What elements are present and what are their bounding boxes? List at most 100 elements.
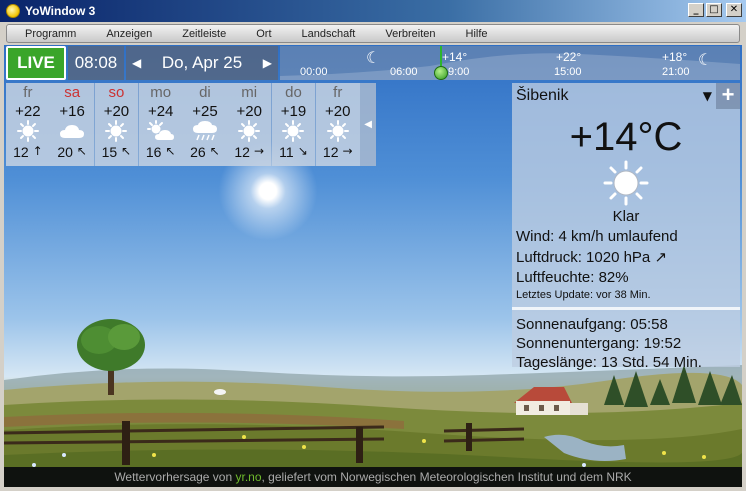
forecast-day[interactable]: mo +24 16 ↖ [138, 83, 183, 166]
forecast-wind: 11 ↘ [272, 144, 316, 160]
menu-bar: Programm Anzeigen Zeitleiste Ort Landsch… [6, 24, 740, 43]
moon-cloud-icon: ☾ [698, 50, 713, 69]
minimize-button[interactable]: _ [688, 3, 704, 17]
footer-prefix: Wettervorhersage von [114, 470, 236, 484]
menu-zeitleiste[interactable]: Zeitleiste [164, 28, 238, 40]
add-location-button[interactable]: + [716, 83, 740, 109]
pressure-trend-icon: ↗ [654, 248, 668, 266]
forecast-temp: +20 [325, 103, 351, 120]
forecast-day[interactable]: fr +22 12 ↑ [6, 83, 50, 166]
date-label: Do, Apr 25 [161, 53, 243, 72]
sun-icon [6, 120, 50, 142]
humidity-label: Luftfeuchte: [516, 269, 595, 286]
last-update-row: Letztes Update: vor 38 Min. [512, 289, 740, 301]
next-day-arrow-icon[interactable]: ▶ [263, 56, 272, 70]
wind-direction-icon: ↖ [165, 144, 176, 158]
forecast-day[interactable]: so +20 15 ↖ [94, 83, 139, 166]
menu-hilfe[interactable]: Hilfe [448, 28, 500, 40]
forecast-day[interactable]: mi +20 12 → [227, 83, 272, 166]
wind-direction-icon: ↖ [209, 144, 220, 158]
menu-ort[interactable]: Ort [238, 28, 283, 40]
forecast-day-name: fr [23, 84, 33, 101]
condition-label: Klar [612, 208, 640, 225]
forecast-day-name: so [108, 84, 125, 101]
forecast-wind: 12 ↑ [6, 144, 50, 160]
forecast-wind-speed: 12 [234, 144, 250, 160]
pressure-label: Luftdruck: [516, 249, 582, 266]
wind-direction-icon: ↖ [76, 144, 87, 158]
forecast-day[interactable]: fr +20 12 → [315, 83, 360, 166]
forecast-wind-speed: 12 [322, 144, 339, 160]
sun-icon [316, 120, 360, 142]
menu-landschaft[interactable]: Landschaft [284, 28, 368, 40]
forecast-day-name: di [199, 84, 211, 101]
forecast-day-name: do [285, 84, 302, 101]
live-button[interactable]: LIVE [6, 46, 66, 80]
wind-row: Wind: 4 km/h umlaufend [512, 228, 740, 245]
partly-cloudy-icon [139, 120, 183, 142]
forecast-day[interactable]: sa +16 20 ↖ [50, 83, 95, 166]
forecast-wind: 15 ↖ [95, 144, 139, 160]
forecast-temp: +20 [103, 103, 130, 120]
timeline[interactable]: ☾ ☾ +14° +22° +18° 00:00 06:00 9:00 15:0… [280, 46, 740, 80]
humidity-value: 82% [598, 269, 629, 286]
forecast-wind-speed: 11 [279, 144, 294, 160]
current-temperature: +14°C [569, 115, 683, 159]
forecast-temp: +25 [192, 103, 218, 120]
sun-icon [272, 120, 316, 142]
daylength-label: Tageslänge: [516, 354, 597, 371]
forecast-wind: 12 → [316, 144, 360, 160]
menu-verbreiten[interactable]: Verbreiten [367, 28, 447, 40]
forecast-day[interactable]: di +25 26 ↖ [183, 83, 227, 166]
forecast-wind-speed: 12 [13, 144, 29, 160]
timeline-time: 15:00 [554, 66, 582, 78]
timeline-temp-afternoon: +22° [556, 50, 582, 64]
location-name: Šibenik [516, 87, 569, 104]
forecast-day-name: mo [150, 84, 172, 101]
menu-anzeigen[interactable]: Anzeigen [88, 28, 164, 40]
pressure-value: 1020 hPa [586, 249, 651, 266]
rain-icon [183, 120, 227, 142]
timeline-temp-evening: +18° [662, 50, 688, 64]
cloud-icon [50, 120, 94, 142]
title-bar[interactable]: YoWindow 3 _ □ ✕ [0, 0, 746, 22]
wind-direction-icon: → [342, 144, 353, 158]
forecast-temp: +24 [147, 103, 174, 120]
collapse-forecast-arrow-icon[interactable]: ◀ [360, 83, 377, 166]
forecast-wind: 26 ↖ [183, 144, 227, 160]
top-bar: LIVE 08:08 ◀ Do, Apr 25 ▶ ☾ ☾ +14° +22° … [6, 46, 740, 80]
close-button[interactable]: ✕ [726, 3, 742, 17]
forecast-wind: 20 ↖ [50, 144, 94, 160]
forecast-wind: 16 ↖ [139, 144, 183, 160]
update-value: vor 38 Min. [596, 289, 651, 301]
prev-day-arrow-icon[interactable]: ◀ [132, 56, 141, 70]
timeline-knob[interactable] [434, 66, 448, 80]
daylength-value: 13 Std. 54 Min. [601, 354, 702, 371]
footer-suffix: , geliefert vom Norwegischen Meteorologi… [261, 470, 632, 484]
forecast-day[interactable]: do +19 11 ↘ [271, 83, 316, 166]
update-label: Letztes Update: [516, 289, 594, 301]
panel-divider [512, 307, 740, 310]
wind-direction-icon: ↑ [32, 144, 43, 158]
forecast-wind-speed: 16 [145, 144, 162, 160]
sunrise-row: Sonnenaufgang: 05:58 [512, 316, 740, 333]
forecast-wind-speed: 15 [101, 144, 118, 160]
wind-direction-icon: → [253, 144, 265, 158]
moon-icon: ☾ [366, 48, 381, 67]
daylength-row: Tageslänge: 13 Std. 54 Min. [512, 354, 740, 371]
wind-label: Wind: [516, 228, 555, 245]
forecast-wind-speed: 26 [190, 144, 206, 160]
current-time: 08:08 [68, 46, 124, 80]
date-selector: ◀ Do, Apr 25 ▶ [126, 46, 278, 80]
timeline-time: 21:00 [662, 66, 690, 78]
maximize-button[interactable]: □ [706, 3, 722, 17]
menu-programm[interactable]: Programm [7, 28, 88, 40]
location-selector[interactable]: Šibenik ▼ + [512, 83, 740, 109]
sun-icon [512, 160, 740, 206]
chevron-down-icon[interactable]: ▼ [703, 89, 712, 103]
yr-link[interactable]: yr.no [235, 470, 261, 484]
current-conditions-panel: Šibenik ▼ + +14°C Klar Wind: 4 km/h umla… [512, 83, 740, 371]
forecast-temp: +20 [236, 103, 262, 120]
timeline-time: 06:00 [390, 66, 418, 78]
forecast-wind-speed: 20 [57, 144, 73, 160]
